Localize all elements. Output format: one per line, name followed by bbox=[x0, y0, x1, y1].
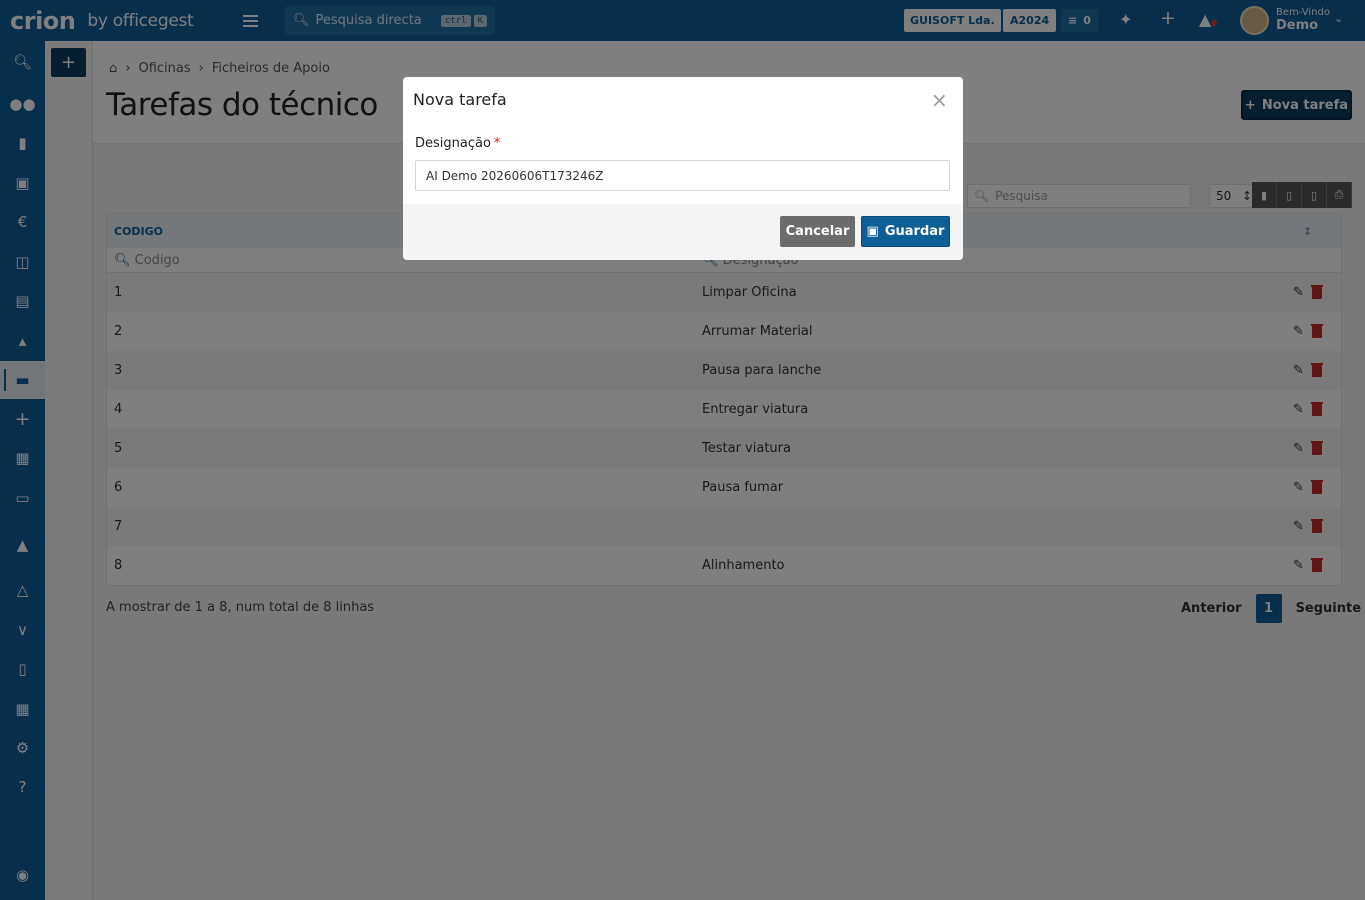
required-marker: * bbox=[493, 136, 501, 151]
designacao-label: Designação * bbox=[415, 136, 500, 151]
save-label: Guardar bbox=[884, 224, 945, 239]
save-button[interactable]: ▣ Guardar bbox=[861, 216, 950, 247]
designacao-label-text: Designação bbox=[415, 136, 491, 151]
cancel-button[interactable]: Cancelar bbox=[780, 216, 855, 247]
dialog-footer: Cancelar ▣ Guardar bbox=[403, 204, 963, 260]
close-icon[interactable]: × bbox=[931, 90, 948, 110]
new-task-dialog: Nova tarefa × Designação* Cancelar ▣ Gua… bbox=[403, 77, 963, 260]
designacao-input[interactable] bbox=[415, 160, 950, 191]
dialog-title: Nova tarefa bbox=[413, 90, 507, 109]
floppy-disk-icon: ▣ bbox=[866, 224, 879, 239]
